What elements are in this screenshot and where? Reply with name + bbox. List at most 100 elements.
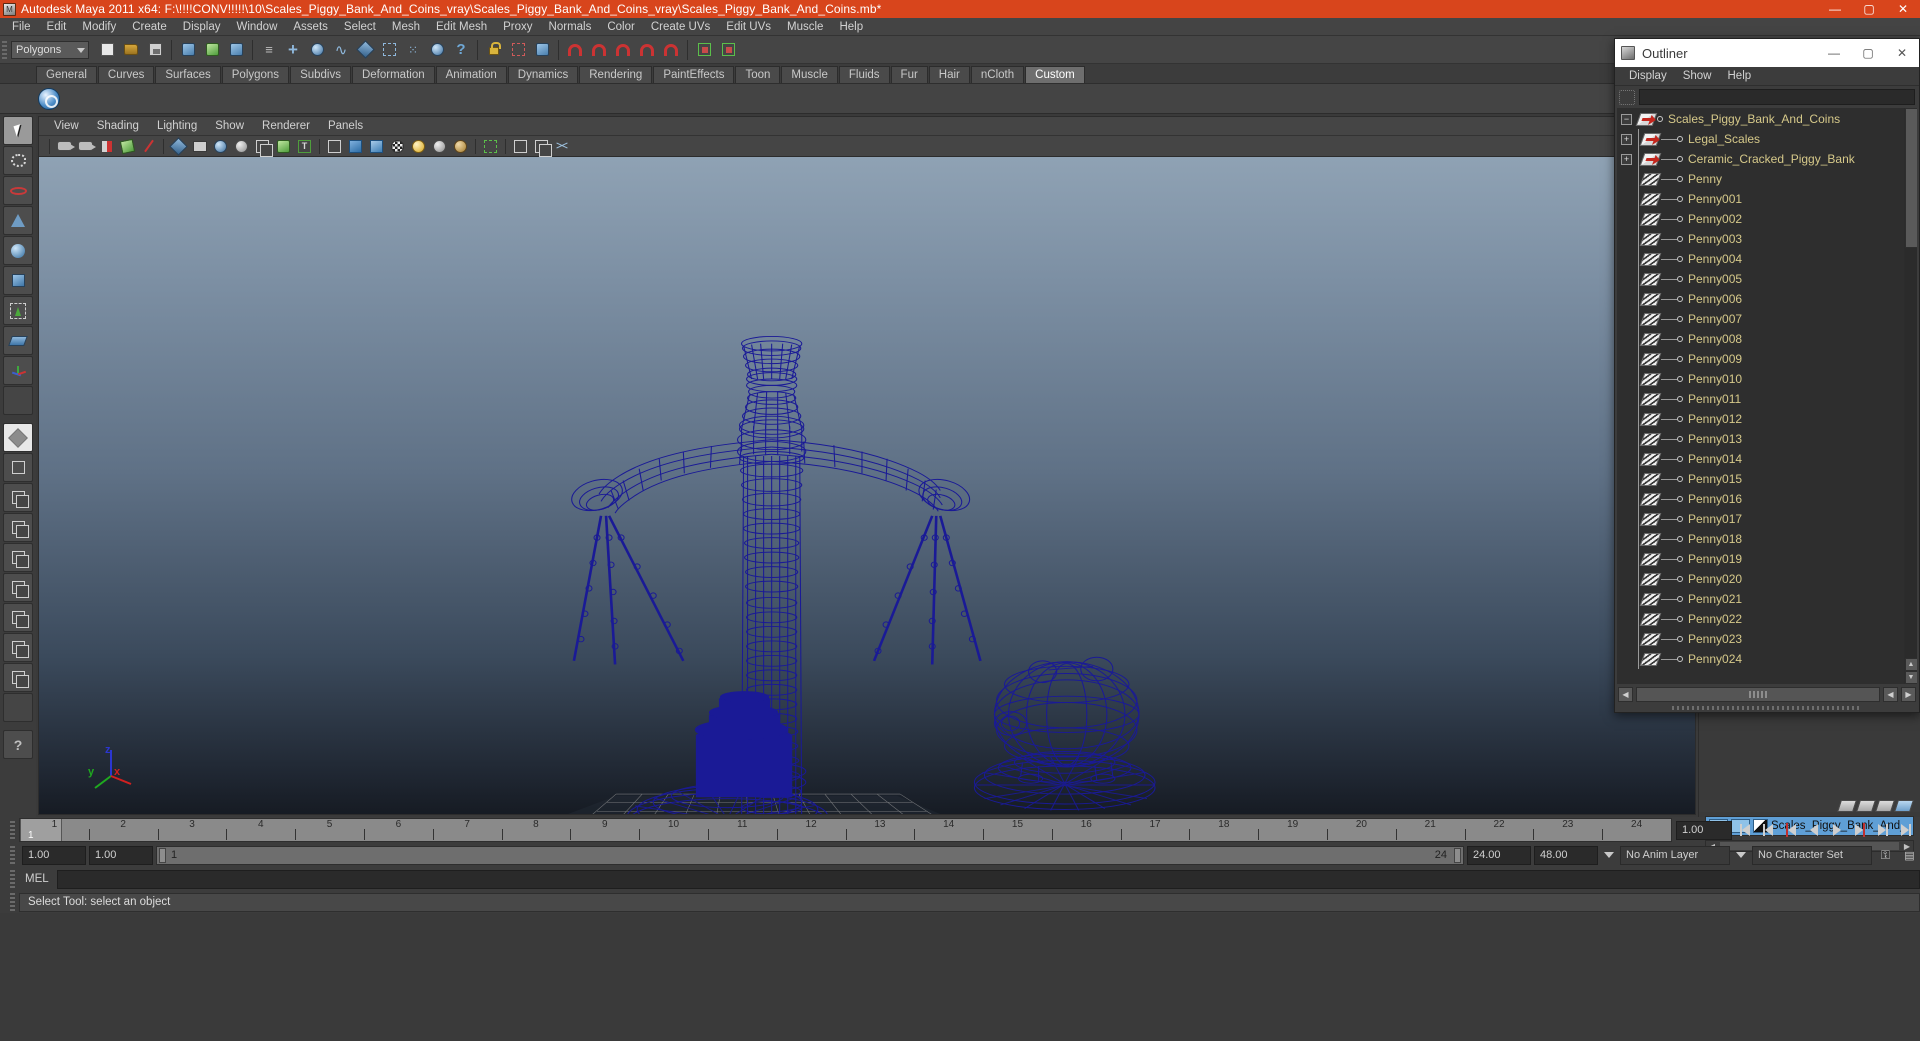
construction-plane-icon[interactable]: [378, 39, 400, 61]
layout-preset-7[interactable]: [3, 633, 33, 662]
resolution-gate-icon[interactable]: [211, 137, 230, 156]
keyframe-icon[interactable]: [139, 137, 158, 156]
outliner-item[interactable]: Penny020: [1617, 569, 1904, 589]
wireframe-icon[interactable]: [325, 137, 344, 156]
close-button[interactable]: ✕: [1886, 0, 1920, 18]
commandline-grip[interactable]: [10, 870, 15, 888]
shelf-tab-muscle[interactable]: Muscle: [781, 66, 838, 83]
menu-item-normals[interactable]: Normals: [541, 18, 600, 36]
outliner-minimize-button[interactable]: —: [1817, 39, 1851, 67]
light-grey-icon[interactable]: [430, 137, 449, 156]
help-icon[interactable]: ?: [450, 39, 472, 61]
shelf-tab-fur[interactable]: Fur: [890, 66, 928, 83]
outliner-item[interactable]: + Legal_Scales: [1617, 129, 1904, 149]
outliner-search-input[interactable]: [1639, 89, 1915, 105]
menu-item-mesh[interactable]: Mesh: [384, 18, 428, 36]
use-all-lights-icon[interactable]: [388, 137, 407, 156]
menu-item-select[interactable]: Select: [336, 18, 384, 36]
mel-command-input[interactable]: [57, 869, 1920, 889]
selection-mode-dropdown[interactable]: Polygons: [11, 40, 89, 59]
two-pane-icon[interactable]: [532, 137, 552, 157]
step-forward-keyframe-icon[interactable]: [1872, 820, 1893, 840]
viewport-menu-view[interactable]: View: [45, 117, 88, 136]
light-brown-icon[interactable]: [451, 137, 470, 156]
smooth-shade-textured-icon[interactable]: [367, 137, 386, 156]
outliner-item[interactable]: Penny002: [1617, 209, 1904, 229]
hscroll-left-icon[interactable]: ◀: [1618, 686, 1633, 702]
outliner-item[interactable]: Penny004: [1617, 249, 1904, 269]
outliner-item[interactable]: Penny: [1617, 169, 1904, 189]
image-plane-icon[interactable]: [118, 137, 137, 156]
3d-viewport[interactable]: z y x: [39, 157, 1695, 814]
outliner-item[interactable]: Penny024: [1617, 649, 1904, 669]
viewport-menu-lighting[interactable]: Lighting: [148, 117, 206, 136]
outliner-scroll-thumb[interactable]: [1904, 108, 1917, 248]
range-start-handle[interactable]: [159, 847, 166, 863]
shelf-tab-subdivs[interactable]: Subdivs: [290, 66, 351, 83]
menu-item-edit-uvs[interactable]: Edit UVs: [718, 18, 779, 36]
layer-reference-icon[interactable]: [1894, 800, 1914, 812]
outliner-item[interactable]: Penny022: [1617, 609, 1904, 629]
show-manipulator-tool[interactable]: [3, 356, 33, 385]
shelf-tab-curves[interactable]: Curves: [97, 66, 155, 83]
snap-magnet-plane-icon[interactable]: [636, 39, 658, 61]
shader-network-icon[interactable]: [553, 137, 572, 156]
highlight-selection-icon[interactable]: [507, 39, 529, 61]
anim-start-field[interactable]: 24.00: [1467, 845, 1531, 865]
search-icon[interactable]: [1619, 89, 1635, 105]
four-view-layout[interactable]: [3, 483, 33, 512]
layout-preset-8[interactable]: [3, 663, 33, 692]
step-forward-frame-icon[interactable]: [1849, 820, 1870, 840]
snap-magnet-grid-icon[interactable]: [564, 39, 586, 61]
go-to-start-icon[interactable]: [1734, 820, 1755, 840]
film-gate-icon[interactable]: [190, 137, 209, 156]
outliner-vertical-scrollbar[interactable]: ▲ ▼: [1904, 108, 1917, 684]
wireframe-on-shaded-icon[interactable]: [253, 137, 273, 157]
helpline-grip[interactable]: [10, 893, 15, 911]
menu-item-edit[interactable]: Edit: [39, 18, 75, 36]
range-slider[interactable]: 1 24: [156, 845, 1464, 865]
maximize-button[interactable]: ▢: [1852, 0, 1886, 18]
animation-preferences-icon[interactable]: ▤: [1899, 845, 1920, 865]
single-pane-icon[interactable]: [511, 137, 530, 156]
outliner-menu-show[interactable]: Show: [1675, 67, 1720, 86]
outliner-item[interactable]: Penny009: [1617, 349, 1904, 369]
texture-icon[interactable]: [274, 137, 293, 156]
shelf-tab-dynamics[interactable]: Dynamics: [507, 66, 579, 83]
outliner-item[interactable]: Penny014: [1617, 449, 1904, 469]
layout-preset-5[interactable]: [3, 573, 33, 602]
show-channelbox-icon[interactable]: [717, 39, 739, 61]
menu-item-display[interactable]: Display: [175, 18, 229, 36]
isolate-select-icon[interactable]: [481, 137, 500, 156]
show-sidebar-icon[interactable]: [693, 39, 715, 61]
select-hierarchy-icon[interactable]: [177, 39, 199, 61]
outliner-item[interactable]: − Scales_Piggy_Bank_And_Coins: [1617, 109, 1904, 129]
snap-magnet-point-icon[interactable]: [612, 39, 634, 61]
new-scene-icon[interactable]: [96, 39, 118, 61]
outliner-scroll-track[interactable]: [1904, 108, 1917, 658]
shelf-tab-custom[interactable]: Custom: [1025, 66, 1085, 83]
outliner-item[interactable]: Penny019: [1617, 549, 1904, 569]
last-tool-used[interactable]: [3, 423, 33, 452]
scroll-up-icon[interactable]: ▲: [1904, 658, 1917, 671]
outliner-item[interactable]: Penny005: [1617, 269, 1904, 289]
viewport-menu-renderer[interactable]: Renderer: [253, 117, 319, 136]
universal-manipulator-tool[interactable]: [3, 296, 33, 325]
statusline-grip[interactable]: [2, 40, 7, 59]
auto-key-icon[interactable]: ⚿: [1875, 845, 1896, 865]
collapse-icon[interactable]: −: [1621, 113, 1632, 125]
layout-preset-6[interactable]: [3, 603, 33, 632]
go-to-end-icon[interactable]: [1895, 820, 1916, 840]
menu-item-file[interactable]: File: [4, 18, 39, 36]
layer-template-icon[interactable]: [1875, 800, 1895, 812]
xray-shading-icon[interactable]: [169, 136, 188, 156]
hscroll-right-icon[interactable]: ▶: [1901, 686, 1916, 702]
outliner-item[interactable]: Penny023: [1617, 629, 1904, 649]
outliner-item[interactable]: Penny008: [1617, 329, 1904, 349]
outliner-item[interactable]: Penny012: [1617, 409, 1904, 429]
soft-modification-tool[interactable]: [3, 206, 33, 235]
select-camera-icon[interactable]: [55, 137, 75, 156]
current-time-field[interactable]: 1.00: [1676, 820, 1732, 840]
menu-item-window[interactable]: Window: [228, 18, 285, 36]
timeslider-grip[interactable]: [10, 821, 15, 839]
